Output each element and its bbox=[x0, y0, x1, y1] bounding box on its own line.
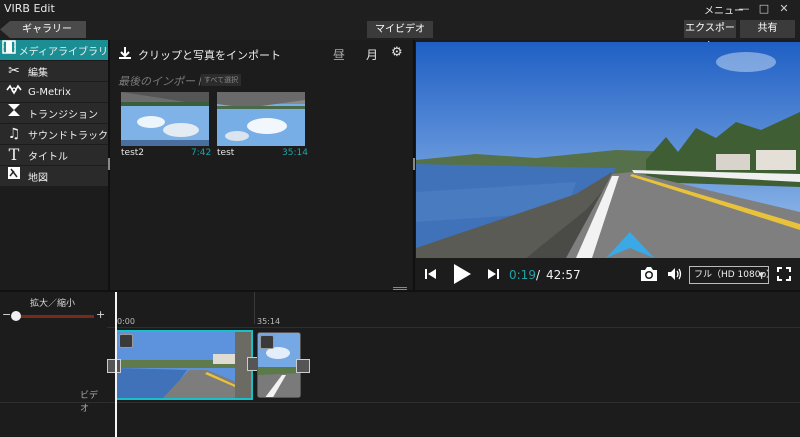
sidebar-item-map[interactable]: 地図 bbox=[0, 166, 108, 187]
sidebar-item-label: 編集 bbox=[28, 67, 48, 79]
sidebar-item-media-library[interactable]: メディアライブラリ bbox=[0, 40, 108, 61]
clip-name: test bbox=[217, 148, 235, 158]
tick-mark bbox=[254, 292, 255, 324]
sidebar: メディアライブラリ ✂ 編集 G-Metrix トランジション ♫ サウンドトラ… bbox=[0, 40, 108, 290]
day-view-tab[interactable]: 昼 bbox=[333, 46, 345, 63]
sidebar-item-title[interactable]: T タイトル bbox=[0, 145, 108, 166]
zoom-slider-handle[interactable] bbox=[11, 311, 21, 321]
app-title: VIRB Edit bbox=[4, 2, 55, 15]
chevron-down-icon: ▼ bbox=[758, 271, 764, 279]
library-header: クリップと写真をインポート 昼 月 ⚙ bbox=[110, 40, 413, 68]
my-video-button[interactable]: マイビデオ bbox=[367, 21, 433, 38]
tick-label: 0:00 bbox=[117, 317, 135, 326]
sidebar-item-label: 地図 bbox=[28, 172, 48, 184]
ruler-baseline bbox=[107, 327, 800, 328]
gallery-button[interactable]: ギャラリー bbox=[0, 21, 86, 38]
zoom-slider[interactable] bbox=[14, 315, 94, 318]
music-note-icon: ♫ bbox=[7, 126, 21, 142]
time-separator: / bbox=[536, 268, 541, 282]
zoom-out-button[interactable]: − bbox=[2, 308, 11, 321]
transition-icon bbox=[0, 103, 28, 123]
maximize-icon[interactable]: □ bbox=[756, 1, 772, 17]
import-icon[interactable] bbox=[118, 46, 132, 60]
sidebar-item-label: G-Metrix bbox=[28, 86, 71, 98]
select-all-button[interactable]: すべて選択 bbox=[201, 74, 241, 86]
close-icon[interactable]: ✕ bbox=[776, 1, 792, 17]
title-bar: VIRB Edit メニュー — □ ✕ bbox=[0, 0, 800, 18]
map-icon bbox=[0, 166, 28, 186]
fullscreen-icon[interactable] bbox=[777, 267, 791, 284]
scissors-icon: ✂ bbox=[8, 63, 20, 79]
sidebar-item-edit[interactable]: ✂ 編集 bbox=[0, 61, 108, 82]
sidebar-item-transitions[interactable]: トランジション bbox=[0, 103, 108, 124]
clip-thumbnail-test[interactable] bbox=[217, 92, 305, 146]
clip-thumbnail-test2[interactable] bbox=[121, 92, 209, 146]
sidebar-item-label: トランジション bbox=[28, 109, 98, 121]
export-button[interactable]: エクスポート bbox=[684, 20, 736, 52]
sidebar-item-soundtrack[interactable]: ♫ サウンドトラック bbox=[0, 124, 108, 145]
clip-duration: 7:42 bbox=[191, 148, 212, 158]
transition-out-icon[interactable] bbox=[296, 359, 310, 373]
volume-icon[interactable] bbox=[667, 267, 683, 284]
gmetrix-badge-icon bbox=[260, 335, 274, 349]
tick-label: 35:14 bbox=[257, 317, 281, 326]
gmetrix-badge-icon bbox=[119, 334, 133, 348]
player-controls: 0:19 / 42:57 フル（HD 1080p） ▼ bbox=[416, 258, 800, 290]
playhead[interactable] bbox=[115, 292, 117, 437]
title-t-icon: T bbox=[8, 145, 20, 164]
clip-duration: 35:14 bbox=[282, 148, 308, 158]
gear-icon[interactable]: ⚙ bbox=[391, 45, 403, 60]
share-button[interactable]: 共有 bbox=[740, 20, 795, 38]
transition-in-icon[interactable] bbox=[107, 359, 121, 373]
sidebar-item-label: メディアライブラリ bbox=[18, 46, 108, 58]
next-frame-icon[interactable] bbox=[486, 267, 500, 284]
timeline-clip-test2[interactable] bbox=[115, 330, 253, 400]
month-view-tab[interactable]: 月 bbox=[366, 46, 378, 63]
quality-select[interactable]: フル（HD 1080p） ▼ bbox=[689, 266, 769, 284]
play-icon[interactable] bbox=[452, 263, 472, 288]
zoom-label: 拡大／縮小 bbox=[30, 299, 76, 309]
total-time: 42:57 bbox=[546, 268, 581, 282]
current-time: 0:19 bbox=[509, 268, 536, 282]
sidebar-item-label: サウンドトラック bbox=[28, 130, 108, 142]
track-baseline bbox=[0, 402, 800, 403]
previous-frame-icon[interactable] bbox=[424, 267, 438, 284]
library-resize-grip[interactable] bbox=[413, 158, 415, 170]
video-track-label: ビデオ bbox=[80, 391, 99, 414]
camera-icon[interactable] bbox=[640, 266, 658, 285]
top-toolbar: ギャラリー マイビデオ エクスポート 共有 bbox=[0, 18, 800, 52]
timeline-resize-grip[interactable] bbox=[393, 287, 407, 290]
clip-name: test2 bbox=[121, 148, 145, 158]
timeline-track-header: 拡大／縮小 − + ビデオ bbox=[0, 292, 106, 437]
film-icon bbox=[0, 40, 19, 60]
minimize-icon[interactable]: — bbox=[736, 1, 752, 17]
recent-import-heading: 最後のインポート bbox=[118, 75, 206, 88]
sidebar-item-g-metrix[interactable]: G-Metrix bbox=[0, 82, 108, 103]
sidebar-item-label: タイトル bbox=[28, 151, 68, 163]
video-preview[interactable] bbox=[416, 42, 800, 258]
media-library-panel: クリップと写真をインポート 昼 月 ⚙ 最後のインポート すべて選択 test2… bbox=[110, 40, 413, 290]
gmetrix-icon bbox=[0, 82, 28, 102]
import-clips-title[interactable]: クリップと写真をインポート bbox=[138, 47, 281, 63]
zoom-in-button[interactable]: + bbox=[96, 308, 105, 321]
